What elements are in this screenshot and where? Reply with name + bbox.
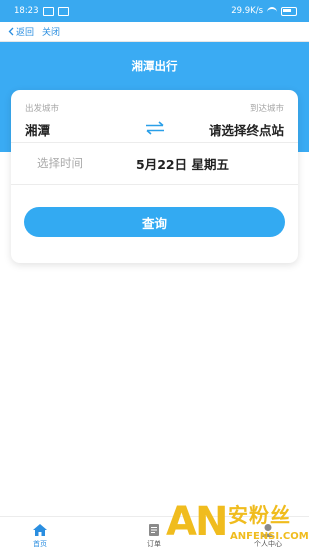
wifi-icon xyxy=(267,6,277,16)
date-label[interactable]: 选择时间 xyxy=(37,155,83,171)
home-icon xyxy=(33,524,47,536)
date-value[interactable]: 5月22日 星期五 xyxy=(136,154,229,173)
from-city-label: 出发城市 xyxy=(25,104,60,114)
to-city-value[interactable]: 请选择终点站 xyxy=(209,120,284,139)
from-city-value[interactable]: 湘潭 xyxy=(25,120,50,139)
watermark-letters: AN xyxy=(166,499,228,545)
search-button[interactable]: 查询 xyxy=(24,207,285,237)
back-label: 返回 xyxy=(16,28,35,38)
page-title: 湘潭出行 xyxy=(131,59,178,73)
chevron-left-icon xyxy=(8,27,14,36)
network-speed: 29.9K/s xyxy=(231,6,263,16)
anfensi-watermark-logo: AN 安粉丝 ANFENSI.COM xyxy=(162,502,309,550)
divider xyxy=(11,142,298,143)
close-button[interactable]: 关闭 xyxy=(42,25,60,38)
tab-home[interactable]: 首页 xyxy=(10,517,70,551)
image-icon xyxy=(57,6,69,16)
battery-icon xyxy=(281,6,297,16)
message-icon xyxy=(42,6,54,16)
swap-cities-button[interactable] xyxy=(144,119,166,137)
order-icon xyxy=(149,524,159,536)
status-time: 18:23 xyxy=(14,6,39,16)
divider xyxy=(11,184,298,185)
watermark-chinese: 安粉丝 xyxy=(228,503,291,527)
search-card: 出发城市 到达城市 湘潭 请选择终点站 选择时间 5月22日 星期五 查询 xyxy=(11,90,298,263)
to-city-label: 到达城市 xyxy=(249,104,284,114)
watermark-domain: ANFENSI.COM xyxy=(230,531,309,542)
status-bar: 18:23 29.9K/s xyxy=(0,0,309,22)
swap-arrows-icon xyxy=(146,121,164,135)
browser-nav-bar: 返回 关闭 xyxy=(0,22,309,42)
back-button[interactable]: 返回 xyxy=(8,25,34,38)
tab-home-label: 首页 xyxy=(33,540,47,548)
